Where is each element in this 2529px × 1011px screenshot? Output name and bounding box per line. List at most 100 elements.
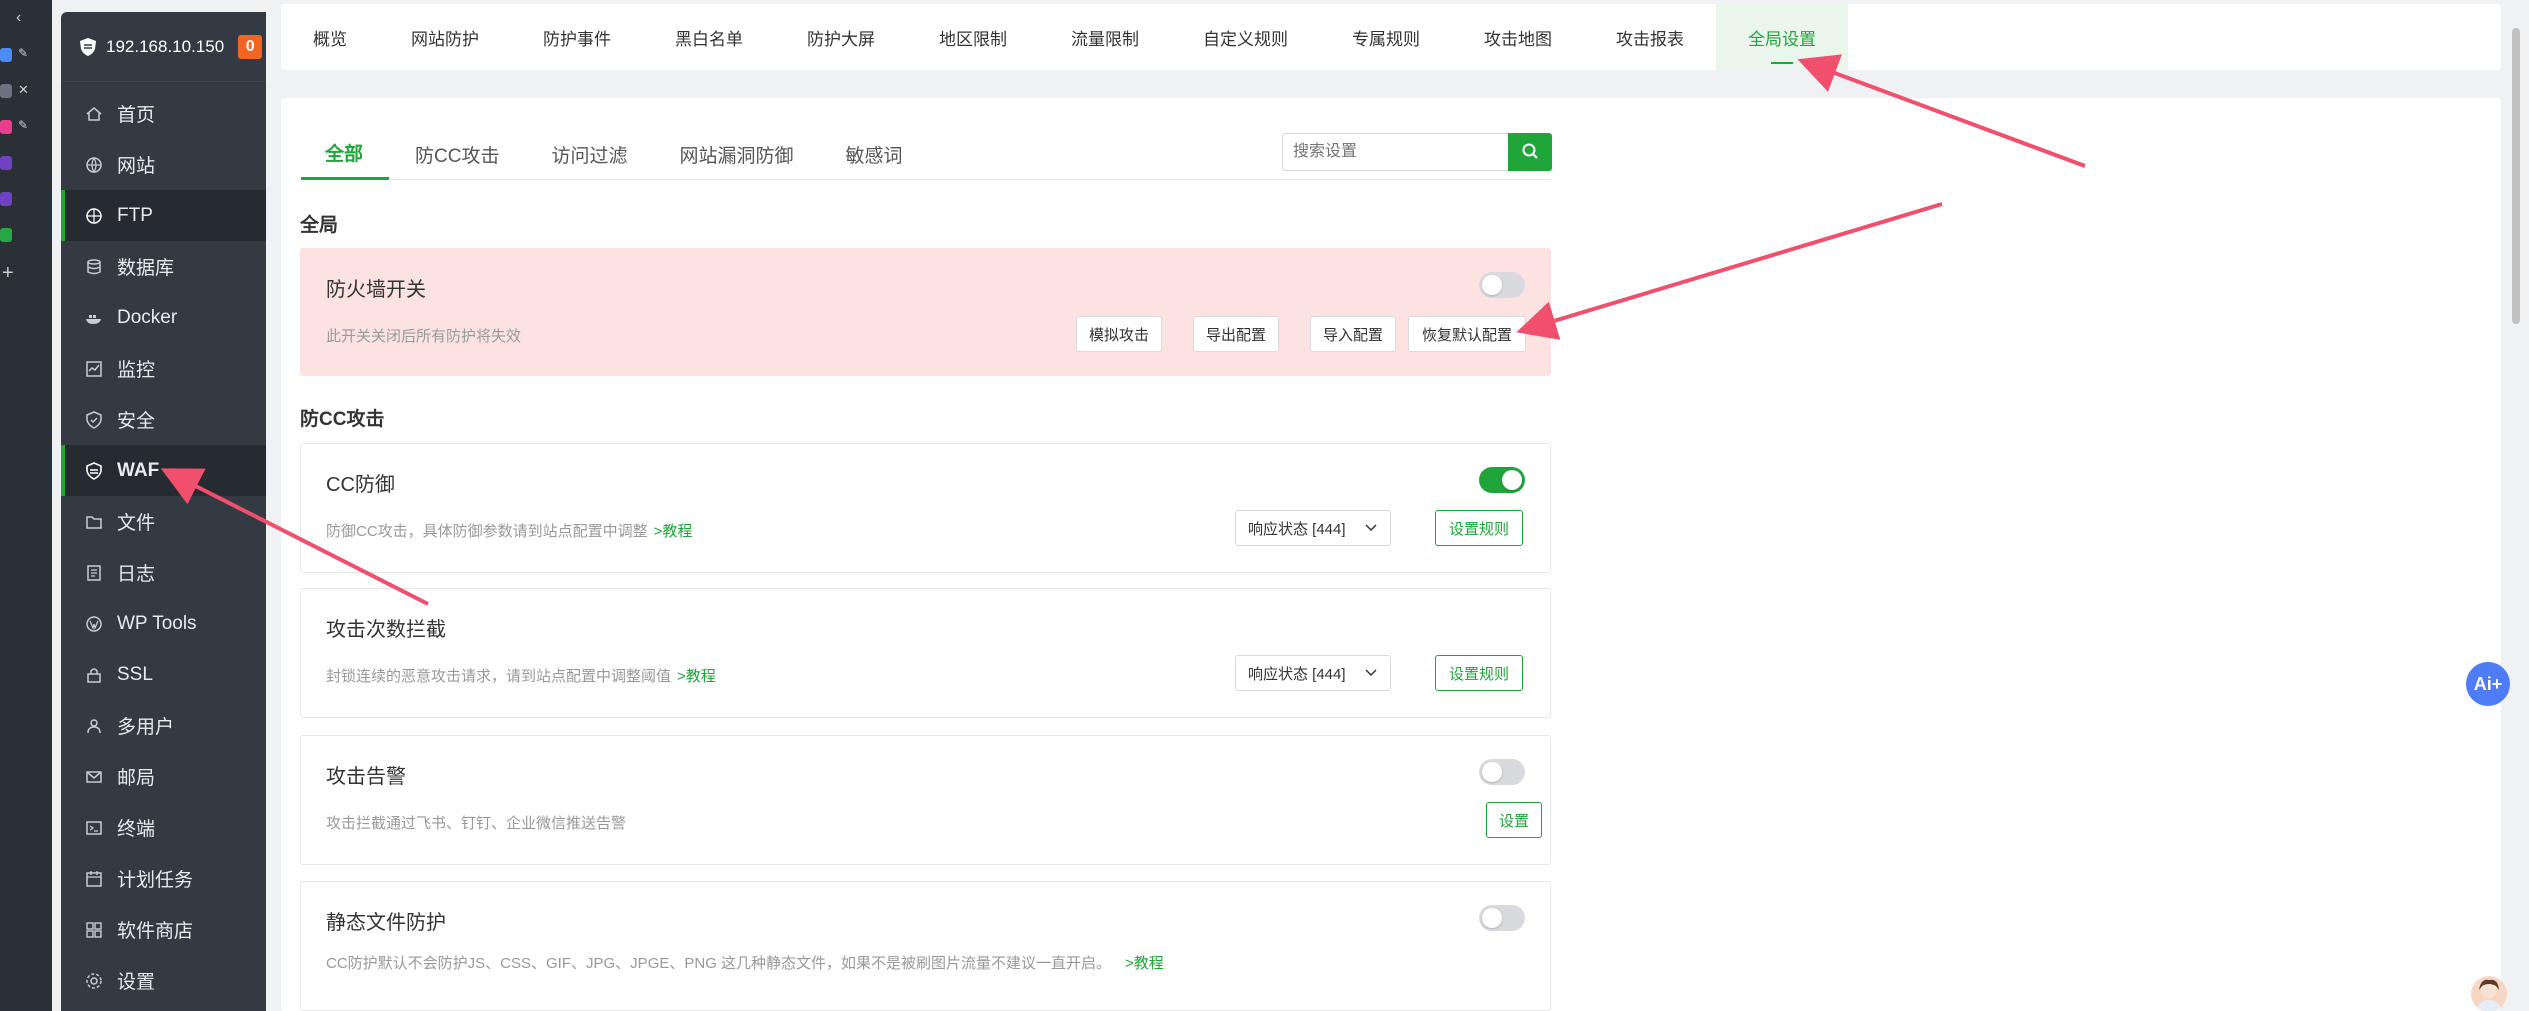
edit-icon[interactable]: ✎ [18,46,28,60]
tab-attack-map[interactable]: 攻击地图 [1452,4,1584,70]
attack-count-desc: 封锁连续的恶意攻击请求，请到站点配置中调整阈值 >教程 [326,668,716,685]
log-icon [85,564,103,582]
sidebar-item-appstore[interactable]: 软件商店 [61,904,266,955]
sidebar-item-ssl[interactable]: SSL [61,649,266,700]
attack-alert-toggle[interactable] [1479,759,1525,785]
sidebar-item-settings[interactable]: 设置 [61,955,266,1006]
tutorial-link[interactable]: >教程 [1125,955,1164,972]
static-file-desc: CC防护默认不会防护JS、CSS、GIF、JPG、JPGE、PNG 这几种静态文… [326,955,1164,972]
sidebar-item-files[interactable]: 文件 [61,496,266,547]
monitor-icon [85,360,103,378]
tab-favicon[interactable] [0,84,12,98]
notification-badge[interactable]: 0 [238,34,263,59]
close-icon[interactable]: ✕ [18,82,29,98]
search-icon [1521,142,1539,163]
subtab-access-filter[interactable]: 访问过滤 [525,128,653,180]
tab-black-white-list[interactable]: 黑白名单 [643,4,775,70]
firewall-toggle[interactable] [1479,272,1525,298]
tab-favicon[interactable] [0,192,12,206]
cc-defense-toggle[interactable] [1479,467,1525,493]
attack-count-title: 攻击次数拦截 [326,619,446,641]
section-title-anti-cc: 防CC攻击 [300,409,385,430]
page-scrollbar[interactable] [2512,28,2520,324]
tab-exclusive-rules[interactable]: 专属规则 [1320,4,1452,70]
sidebar-menu: 首页 网站 FTP 数据库 Docker 监控 安全 WAF 文件 日志 WP … [61,88,266,1006]
tab-global-settings[interactable]: 全局设置 [1716,4,1848,70]
tab-big-screen[interactable]: 防护大屏 [775,4,907,70]
sidebar: 192.168.10.150 0 首页 网站 FTP 数据库 Docker 监控… [61,12,266,1011]
section-title-global: 全局 [300,215,339,236]
response-status-select[interactable]: 响应状态 [444] [1235,510,1391,546]
subtab-all[interactable]: 全部 [301,128,390,180]
attack-count-block-card: 攻击次数拦截 封锁连续的恶意攻击请求，请到站点配置中调整阈值 >教程 响应状态 [… [300,588,1551,718]
search-button[interactable] [1508,133,1552,171]
folder-icon [85,513,103,531]
avatar[interactable] [2471,976,2507,1011]
sidebar-item-cron[interactable]: 计划任务 [61,853,266,904]
import-config-button[interactable]: 导入配置 [1310,316,1396,352]
sidebar-item-database[interactable]: 数据库 [61,241,266,292]
server-header[interactable]: 192.168.10.150 0 [61,12,266,82]
tab-attack-report[interactable]: 攻击报表 [1584,4,1716,70]
ftp-icon [85,207,103,225]
sidebar-item-security[interactable]: 安全 [61,394,266,445]
cc-defense-title: CC防御 [326,474,395,496]
shield-icon [85,410,103,429]
tab-site-protection[interactable]: 网站防护 [379,4,511,70]
wordpress-icon [85,615,103,633]
tab-protection-events[interactable]: 防护事件 [511,4,643,70]
subtab-sensitive-words[interactable]: 敏感词 [820,128,929,180]
firewall-title: 防火墙开关 [326,279,426,301]
firewall-switch-card: 防火墙开关 此开关关闭后所有防护将失效 模拟攻击 导出配置 导入配置 恢复默认配… [300,248,1551,376]
search-input[interactable] [1282,133,1508,171]
simulate-attack-button[interactable]: 模拟攻击 [1076,316,1162,352]
sidebar-item-website[interactable]: 网站 [61,139,266,190]
apps-icon [85,921,103,939]
sidebar-item-home[interactable]: 首页 [61,88,266,139]
cc-defense-desc: 防御CC攻击，具体防御参数请到站点配置中调整 >教程 [326,523,693,540]
sidebar-item-docker[interactable]: Docker [61,292,266,343]
ssl-icon [85,666,103,684]
tutorial-link[interactable]: >教程 [654,523,693,540]
tab-favicon[interactable] [0,228,12,242]
calendar-icon [85,870,103,888]
add-tab-icon[interactable]: + [2,262,14,285]
tutorial-link[interactable]: >教程 [677,668,716,685]
tab-region-limit[interactable]: 地区限制 [907,4,1039,70]
sidebar-item-ftp[interactable]: FTP [61,190,266,241]
sidebar-item-waf[interactable]: WAF [61,445,266,496]
ai-assistant-button[interactable]: Ai+ [2466,662,2510,706]
users-icon [85,717,103,735]
tab-custom-rules[interactable]: 自定义规则 [1171,4,1320,70]
sidebar-item-multiuser[interactable]: 多用户 [61,700,266,751]
alert-settings-button[interactable]: 设置 [1486,802,1542,838]
tab-traffic-limit[interactable]: 流量限制 [1039,4,1171,70]
set-rules-button[interactable]: 设置规则 [1435,510,1523,546]
tab-favicon[interactable] [0,48,12,62]
docker-icon [85,309,103,327]
terminal-icon [85,819,103,837]
settings-search [1282,133,1552,171]
attack-alert-title: 攻击告警 [326,766,406,788]
sidebar-item-mail[interactable]: 邮局 [61,751,266,802]
sidebar-item-terminal[interactable]: 终端 [61,802,266,853]
sidebar-item-wptools[interactable]: WP Tools [61,598,266,649]
tab-favicon[interactable] [0,120,12,134]
set-rules-button[interactable]: 设置规则 [1435,655,1523,691]
response-status-select[interactable]: 响应状态 [444] [1235,655,1391,691]
tab-overview[interactable]: 概览 [281,4,379,70]
static-file-toggle[interactable] [1479,905,1525,931]
subtab-vuln-defense[interactable]: 网站漏洞防御 [653,128,819,180]
chevron-down-icon [1364,520,1378,538]
tab-favicon[interactable] [0,156,12,170]
subtab-anti-cc[interactable]: 防CC攻击 [389,128,525,180]
mail-icon [85,768,103,786]
sidebar-item-monitor[interactable]: 监控 [61,343,266,394]
edit-icon[interactable]: ✎ [18,118,28,132]
chevron-left-icon[interactable]: ‹ [16,9,21,27]
sidebar-item-logs[interactable]: 日志 [61,547,266,598]
export-config-button[interactable]: 导出配置 [1193,316,1279,352]
restore-default-button[interactable]: 恢复默认配置 [1408,316,1526,352]
home-icon [85,105,103,123]
waf-icon [85,461,103,480]
